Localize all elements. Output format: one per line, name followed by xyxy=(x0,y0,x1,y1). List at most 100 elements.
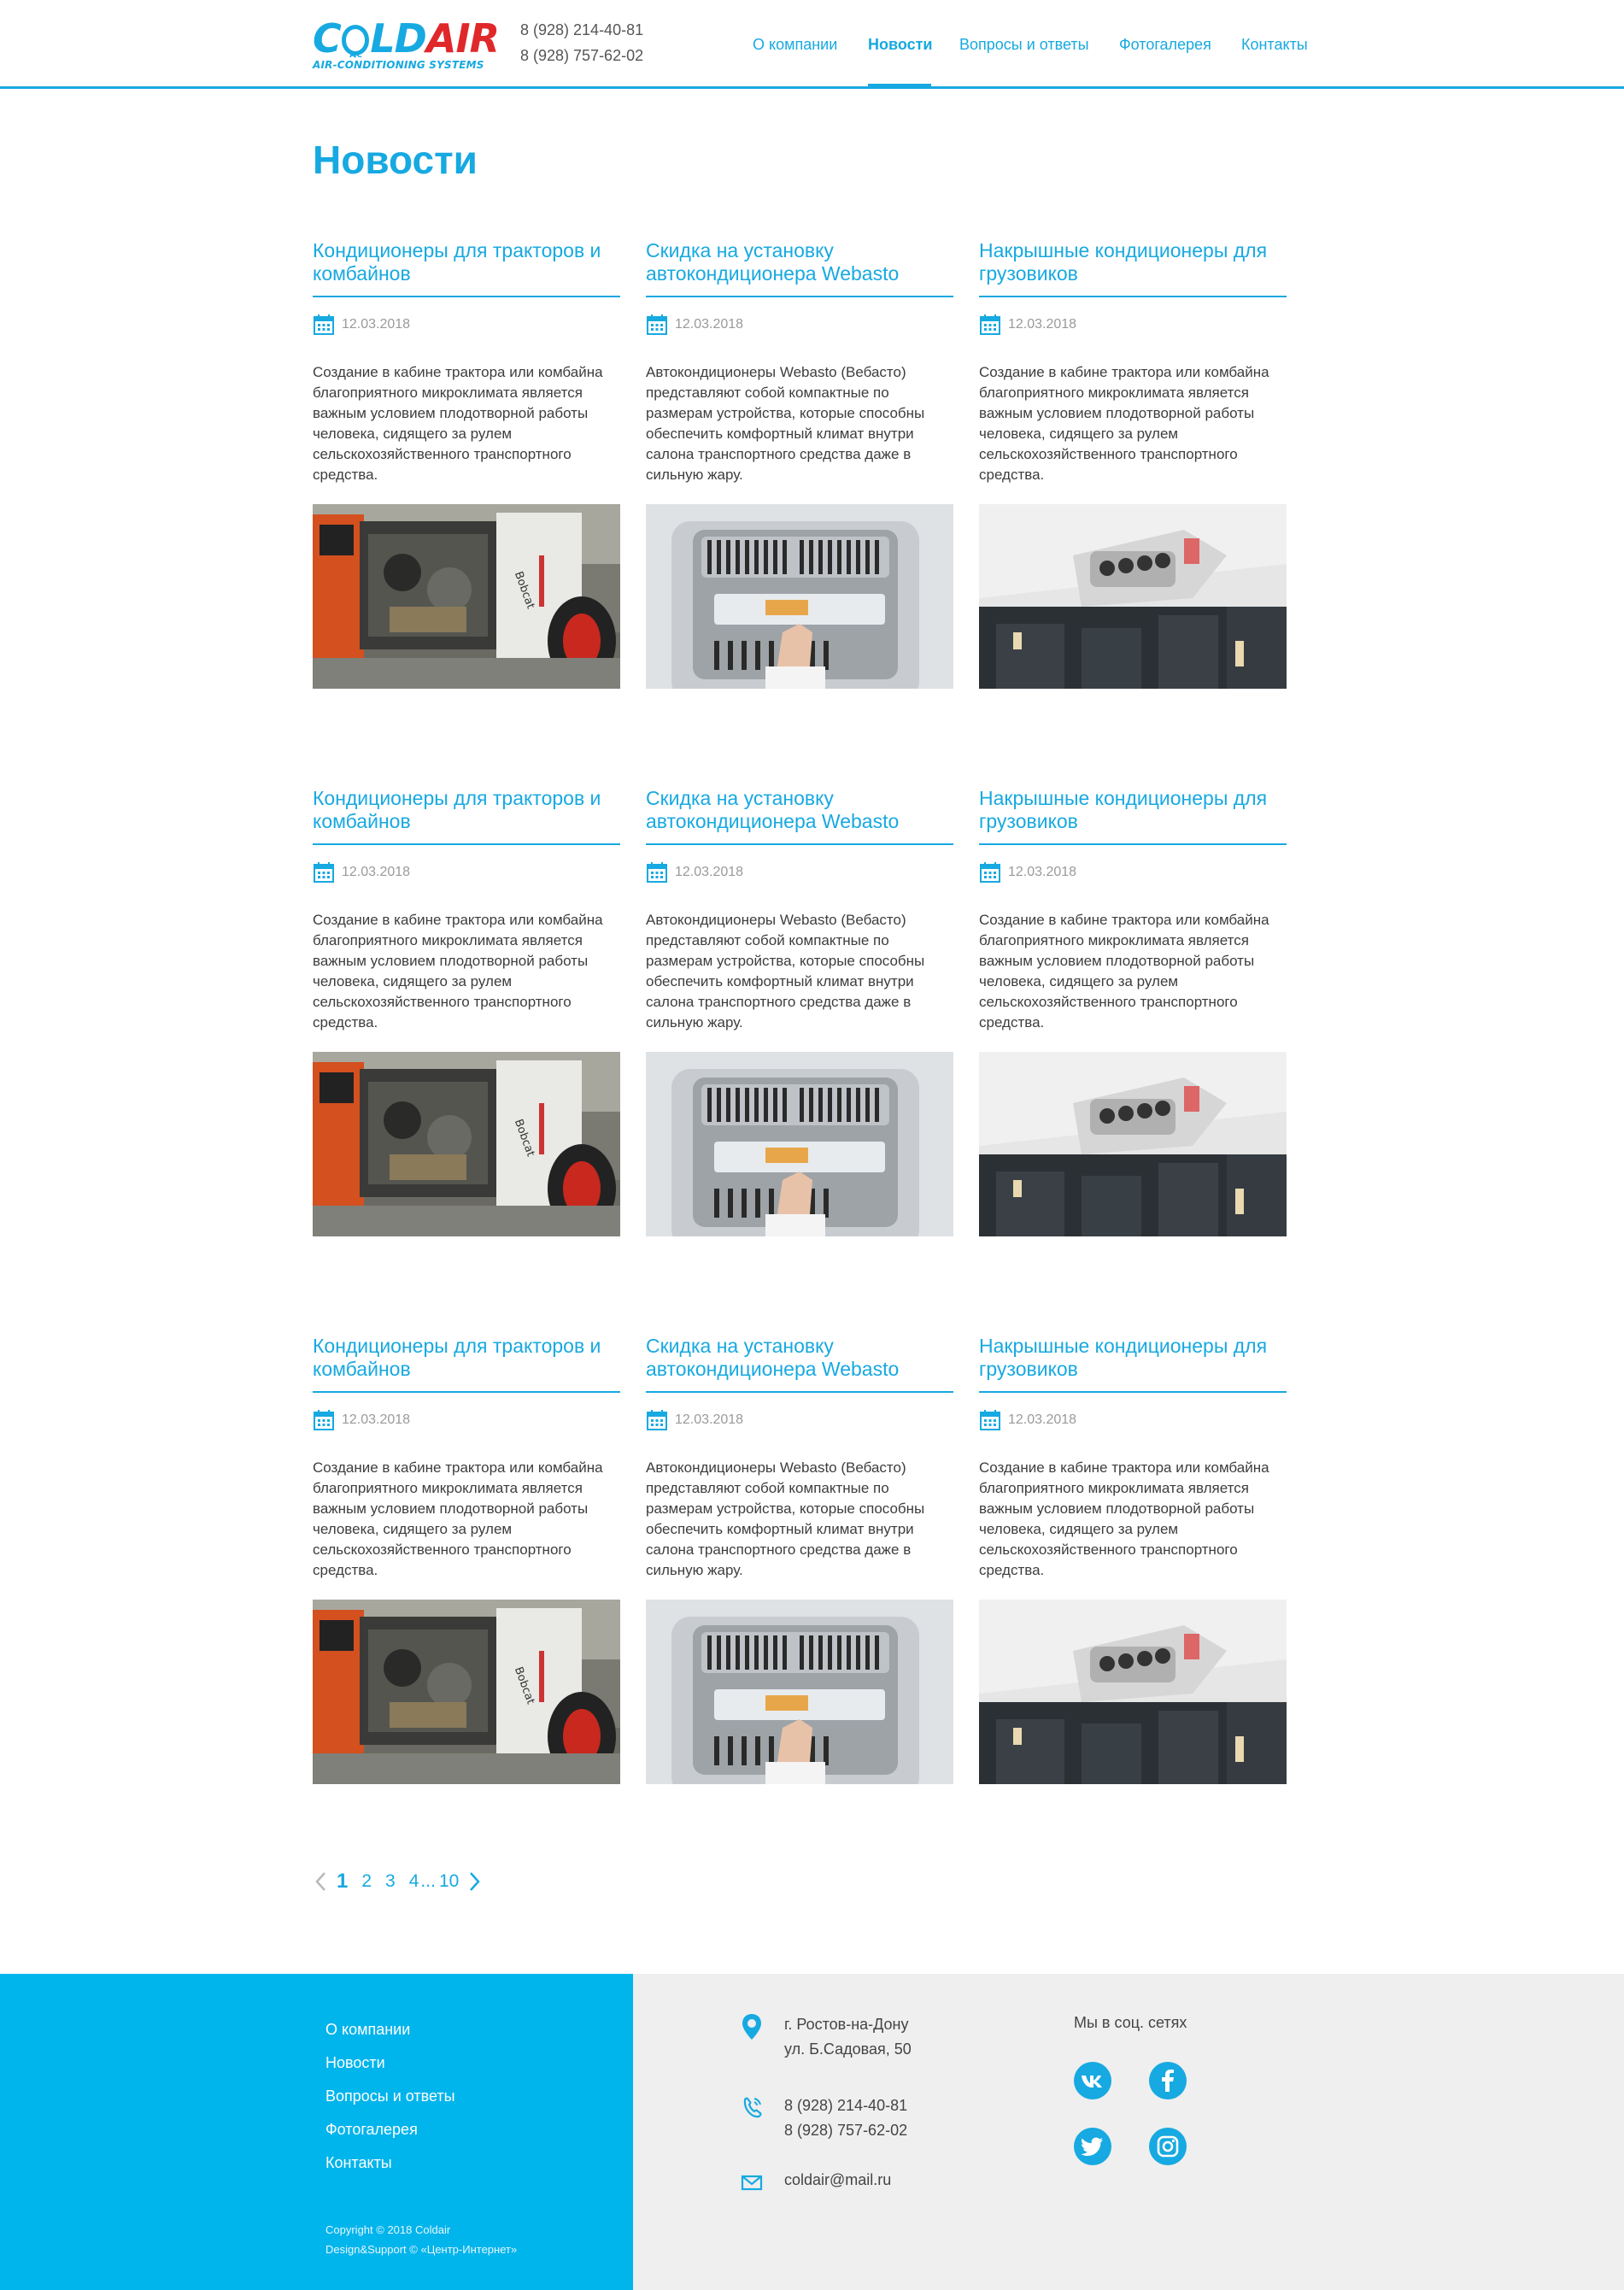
news-excerpt: Создание в кабине трактора или комбайна … xyxy=(313,1459,603,1578)
page-link-4[interactable]: 4 xyxy=(409,1871,419,1892)
page-link-10[interactable]: 10 xyxy=(439,1871,459,1892)
news-divider xyxy=(646,1391,953,1393)
footer-nav-about[interactable]: О компании xyxy=(325,2013,455,2046)
news-card[interactable]: Кондиционеры для тракторов и комбайнов 12… xyxy=(313,1333,620,1784)
news-image[interactable] xyxy=(646,504,953,689)
news-title[interactable]: Кондиционеры для тракторов и комбайнов xyxy=(313,238,620,291)
footer-nav-news[interactable]: Новости xyxy=(325,2046,455,2080)
footer-nav-faq[interactable]: Вопросы и ответы xyxy=(325,2080,455,2113)
news-image[interactable] xyxy=(979,1600,1287,1784)
nav-item-news[interactable]: Новости xyxy=(868,36,932,54)
news-date-row: 12.03.2018 xyxy=(646,313,953,337)
nav-item-gallery[interactable]: Фотогалерея xyxy=(1119,36,1211,54)
news-card[interactable]: Скидка на установку автокондиционера Web… xyxy=(646,238,953,689)
news-excerpt: Создание в кабине трактора или комбайна … xyxy=(979,364,1269,483)
news-title[interactable]: Накрышные кондиционеры для грузовиков xyxy=(979,785,1287,838)
footer-phones: 8 (928) 214-40-81 8 (928) 757-62-02 xyxy=(740,2093,907,2143)
phone-icon xyxy=(743,2097,762,2118)
news-title[interactable]: Скидка на установку автокондиционера Web… xyxy=(646,785,953,838)
pagination: 1 2 3 4 ... 10 xyxy=(313,1866,483,1897)
footer-email: coldair@mail.ru xyxy=(740,2168,891,2197)
news-excerpt: Создание в кабине трактора или комбайна … xyxy=(313,364,603,483)
next-page-arrow-icon[interactable] xyxy=(466,1869,483,1894)
logo-subtitle: AIR-CONDITIONING SYSTEMS xyxy=(313,59,484,71)
news-date: 12.03.2018 xyxy=(342,1412,411,1427)
news-divider xyxy=(313,1391,620,1393)
news-date-row: 12.03.2018 xyxy=(313,860,620,884)
logo-ac-badge: A/C xyxy=(341,25,370,60)
news-card[interactable]: Кондиционеры для тракторов и комбайнов 12… xyxy=(313,785,620,1236)
news-image[interactable]: Bobcat xyxy=(313,1052,620,1236)
news-card[interactable]: Скидка на установку автокондиционера Web… xyxy=(646,785,953,1236)
vk-icon[interactable] xyxy=(1074,2062,1111,2099)
news-card[interactable]: Накрышные кондиционеры для грузовиков 12.… xyxy=(979,238,1287,689)
news-date: 12.03.2018 xyxy=(1008,1412,1077,1427)
facebook-icon[interactable] xyxy=(1149,2062,1187,2099)
news-title[interactable]: Кондиционеры для тракторов и комбайнов xyxy=(313,785,620,838)
footer-nav-contacts[interactable]: Контакты xyxy=(325,2146,455,2180)
footer-nav-panel: О компании Новости Вопросы и ответы Фото… xyxy=(0,1974,633,2290)
page-link-2[interactable]: 2 xyxy=(361,1871,372,1892)
logo-wordmark: C A/C LD AIR xyxy=(313,15,500,62)
header-phone-2[interactable]: 8 (928) 757-62-02 xyxy=(520,43,643,68)
calendar-icon xyxy=(980,862,1000,883)
calendar-icon xyxy=(314,314,334,335)
news-date-row: 12.03.2018 xyxy=(646,1408,953,1432)
logo[interactable]: C A/C LD AIR AIR-CONDITIONING SYSTEMS xyxy=(313,15,500,71)
news-card[interactable]: Кондиционеры для тракторов и комбайнов 12… xyxy=(313,238,620,689)
envelope-icon xyxy=(741,2175,763,2191)
news-divider xyxy=(313,296,620,297)
news-title[interactable]: Накрышные кондиционеры для грузовиков xyxy=(979,238,1287,291)
news-excerpt: Создание в кабине трактора или комбайна … xyxy=(979,1459,1269,1578)
calendar-icon xyxy=(647,1410,667,1430)
news-date-row: 12.03.2018 xyxy=(313,313,620,337)
news-title[interactable]: Скидка на установку автокондиционера Web… xyxy=(646,1333,953,1386)
news-date-row: 12.03.2018 xyxy=(313,1408,620,1432)
news-divider xyxy=(979,1391,1287,1393)
news-image[interactable] xyxy=(646,1600,953,1784)
news-date-row: 12.03.2018 xyxy=(646,860,953,884)
news-title[interactable]: Накрышные кондиционеры для грузовиков xyxy=(979,1333,1287,1386)
calendar-icon xyxy=(647,862,667,883)
news-image[interactable] xyxy=(979,504,1287,689)
copyright: Copyright © 2018 Coldair Design&Support … xyxy=(325,2223,518,2256)
news-excerpt: Создание в кабине трактора или комбайна … xyxy=(313,912,603,1030)
page-link-3[interactable]: 3 xyxy=(385,1871,396,1892)
news-image[interactable]: Bobcat xyxy=(313,504,620,689)
social-title: Мы в соц. сетях xyxy=(1074,2014,1187,2031)
footer-nav: О компании Новости Вопросы и ответы Фото… xyxy=(325,2013,455,2180)
calendar-icon xyxy=(980,1410,1000,1430)
news-date-row: 12.03.2018 xyxy=(979,313,1287,337)
news-title[interactable]: Кондиционеры для тракторов и комбайнов xyxy=(313,1333,620,1386)
news-image[interactable] xyxy=(979,1052,1287,1236)
twitter-icon[interactable] xyxy=(1074,2128,1111,2165)
footer-address: г. Ростов-на-Дону ул. Б.Садовая, 50 xyxy=(740,2012,912,2062)
prev-page-arrow-icon[interactable] xyxy=(313,1869,330,1894)
location-pin-icon xyxy=(742,2014,761,2040)
news-date: 12.03.2018 xyxy=(1008,317,1077,332)
news-card[interactable]: Накрышные кондиционеры для грузовиков 12.… xyxy=(979,1333,1287,1784)
news-excerpt: Автокондиционеры Webasto (Вебасто) предс… xyxy=(646,912,925,1030)
instagram-icon[interactable] xyxy=(1149,2128,1187,2165)
news-divider xyxy=(646,843,953,845)
news-excerpt: Автокондиционеры Webasto (Вебасто) предс… xyxy=(646,364,925,483)
news-title[interactable]: Скидка на установку автокондиционера Web… xyxy=(646,238,953,291)
calendar-icon xyxy=(314,1410,334,1430)
nav-item-contacts[interactable]: Контакты xyxy=(1241,36,1308,54)
news-card[interactable]: Накрышные кондиционеры для грузовиков 12.… xyxy=(979,785,1287,1236)
news-date-row: 12.03.2018 xyxy=(979,1408,1287,1432)
news-card[interactable]: Скидка на установку автокондиционера Web… xyxy=(646,1333,953,1784)
page-title: Новости xyxy=(313,138,478,182)
news-image[interactable]: Bobcat xyxy=(313,1600,620,1784)
news-excerpt: Автокондиционеры Webasto (Вебасто) предс… xyxy=(646,1459,925,1578)
news-divider xyxy=(979,843,1287,845)
nav-item-faq[interactable]: Вопросы и ответы xyxy=(959,36,1089,54)
news-image[interactable] xyxy=(646,1052,953,1236)
page-link-1[interactable]: 1 xyxy=(337,1870,348,1894)
header-phone-1[interactable]: 8 (928) 214-40-81 xyxy=(520,17,643,43)
nav-item-about[interactable]: О компании xyxy=(753,36,837,54)
footer-nav-gallery[interactable]: Фотогалерея xyxy=(325,2113,455,2146)
news-date: 12.03.2018 xyxy=(675,865,744,879)
news-excerpt: Создание в кабине трактора или комбайна … xyxy=(979,912,1269,1030)
calendar-icon xyxy=(647,314,667,335)
